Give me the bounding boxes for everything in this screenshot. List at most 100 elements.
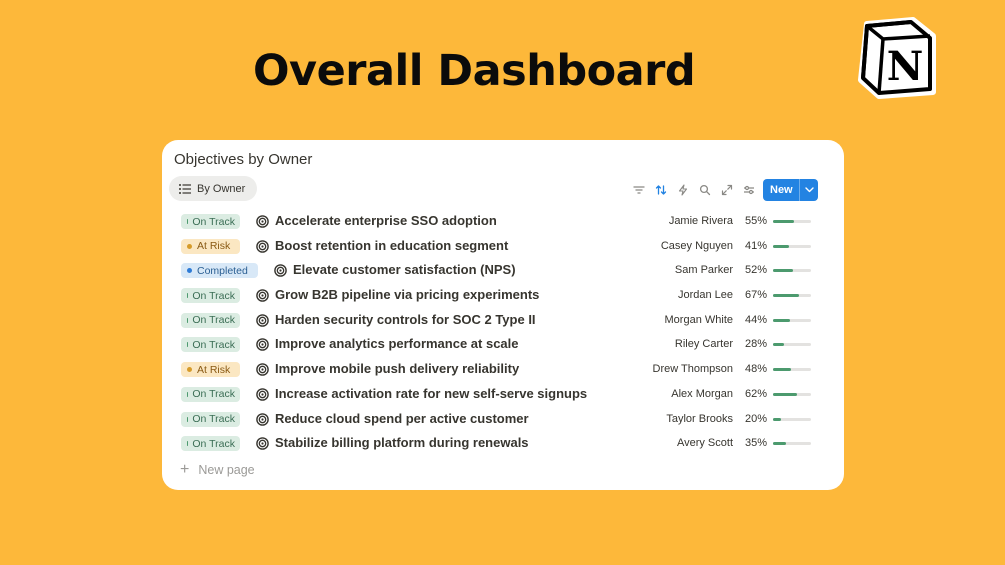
filter-icon[interactable] (628, 179, 650, 201)
progress-bar (773, 294, 811, 298)
sort-icon[interactable] (650, 179, 672, 201)
status-dot-icon (187, 268, 192, 274)
objective-name[interactable]: Grow B2B pipeline via pricing experiment… (275, 287, 539, 302)
status-dot-icon (187, 243, 192, 249)
target-icon (256, 239, 269, 253)
list-item[interactable]: On Track Accelerate enterprise SSO adopti… (162, 210, 844, 235)
expand-icon[interactable] (716, 179, 738, 201)
plus-icon: + (180, 461, 190, 478)
list-item[interactable]: At Risk Improve mobile push delivery reli… (162, 358, 844, 383)
status-label: On Track (192, 314, 235, 327)
progress-bar-fill (773, 269, 793, 273)
status-badge[interactable]: On Track (181, 386, 240, 402)
owner-name: Alex Morgan (671, 387, 733, 400)
target-icon (256, 313, 269, 327)
status-label: On Track (192, 215, 235, 228)
target-icon (256, 338, 269, 352)
progress-bar-fill (773, 318, 790, 322)
status-badge[interactable]: At Risk (181, 362, 240, 378)
notion-logo-letter: N (887, 43, 924, 90)
database-card: Objectives by Owner By Owner New On Trac… (162, 140, 844, 490)
objective-name[interactable]: Elevate customer satisfaction (NPS) (293, 262, 516, 277)
status-label: At Risk (197, 363, 231, 376)
progress-bar-fill (773, 294, 799, 298)
owner-name: Drew Thompson (652, 363, 734, 376)
owner-name: Taylor Brooks (666, 412, 733, 425)
status-badge[interactable]: Completed (181, 263, 258, 279)
view-tab-by-owner[interactable]: By Owner (169, 176, 257, 201)
list-item[interactable]: At Risk Boost retention in education segm… (162, 235, 844, 260)
notion-logo-icon: N (858, 17, 936, 99)
list-item[interactable]: On Track Stabilize billing platform durin… (162, 432, 844, 457)
list-item[interactable]: On Track Harden security controls for SOC… (162, 309, 844, 334)
progress-percent: 48% (745, 363, 768, 376)
objective-name[interactable]: Improve analytics performance at scale (275, 336, 519, 351)
status-badge[interactable]: On Track (181, 436, 240, 452)
target-icon (256, 437, 269, 450)
progress-bar (773, 368, 811, 372)
view-tab-label: By Owner (197, 182, 246, 195)
owner-name: Jamie Rivera (668, 215, 733, 227)
progress-bar-fill (773, 343, 784, 347)
objective-name[interactable]: Harden security controls for SOC 2 Type … (275, 312, 536, 327)
page-title: Overall Dashboard (253, 46, 696, 96)
status-badge[interactable]: On Track (181, 337, 240, 353)
list-item[interactable]: On Track Improve analytics performance at… (162, 333, 844, 358)
list-item[interactable]: On Track Grow B2B pipeline via pricing ex… (162, 284, 844, 309)
progress-bar-fill (773, 220, 794, 223)
progress-bar (773, 220, 811, 223)
status-badge[interactable]: On Track (181, 411, 240, 427)
chevron-down-icon[interactable] (800, 187, 818, 193)
status-label: At Risk (197, 240, 231, 253)
progress-bar-fill (773, 244, 789, 248)
objective-name[interactable]: Improve mobile push delivery reliability (275, 361, 519, 376)
objective-name[interactable]: Reduce cloud spend per active customer (275, 411, 529, 426)
owner-name: Sam Parker (674, 264, 733, 277)
progress-percent: 28% (745, 338, 768, 351)
progress-bar (773, 343, 811, 347)
list-item[interactable]: On Track Reduce cloud spend per active cu… (162, 408, 844, 433)
status-label: On Track (192, 437, 235, 450)
settings-icon[interactable] (738, 179, 760, 201)
target-icon (256, 289, 269, 302)
target-icon (256, 363, 269, 376)
status-badge[interactable]: At Risk (181, 238, 240, 254)
progress-bar-fill (773, 417, 781, 421)
objective-name[interactable]: Boost retention in education segment (275, 238, 508, 253)
database-toolbar (628, 179, 760, 201)
objective-name[interactable]: Increase activation rate for new self-se… (275, 386, 587, 401)
target-icon (256, 215, 269, 228)
new-page-label: New page (198, 463, 255, 477)
objective-name[interactable]: Stabilize billing platform during renewa… (275, 435, 529, 450)
owner-name: Morgan White (664, 313, 733, 326)
database-title[interactable]: Objectives by Owner (174, 151, 312, 168)
progress-bar-fill (773, 442, 787, 446)
target-icon (256, 388, 269, 401)
list-item[interactable]: Completed Elevate customer satisfaction (… (162, 259, 844, 284)
status-label: On Track (192, 289, 235, 302)
list-item[interactable]: On Track Increase activation rate for new… (162, 383, 844, 408)
progress-percent: 35% (745, 437, 768, 450)
progress-bar (773, 442, 811, 446)
status-badge[interactable]: On Track (181, 288, 240, 304)
search-icon[interactable] (694, 179, 716, 201)
progress-bar (773, 269, 811, 273)
status-badge[interactable]: On Track (181, 312, 240, 328)
progress-bar (773, 417, 811, 421)
status-badge[interactable]: On Track (181, 214, 240, 229)
owner-name: Riley Carter (674, 338, 733, 351)
status-dot-icon (187, 367, 192, 373)
new-button[interactable]: New (763, 179, 818, 201)
owner-name: Jordan Lee (677, 289, 733, 302)
objective-name[interactable]: Accelerate enterprise SSO adoption (275, 213, 497, 228)
new-button-label: New (770, 184, 793, 196)
status-label: Completed (197, 264, 248, 277)
owner-name: Casey Nguyen (660, 239, 733, 252)
progress-percent: 41% (745, 239, 768, 252)
list-icon (179, 183, 191, 194)
automation-icon[interactable] (672, 179, 694, 201)
progress-bar (773, 244, 811, 248)
target-icon (256, 412, 269, 426)
progress-percent: 20% (745, 412, 768, 425)
new-page-button[interactable]: + New page (180, 462, 255, 478)
